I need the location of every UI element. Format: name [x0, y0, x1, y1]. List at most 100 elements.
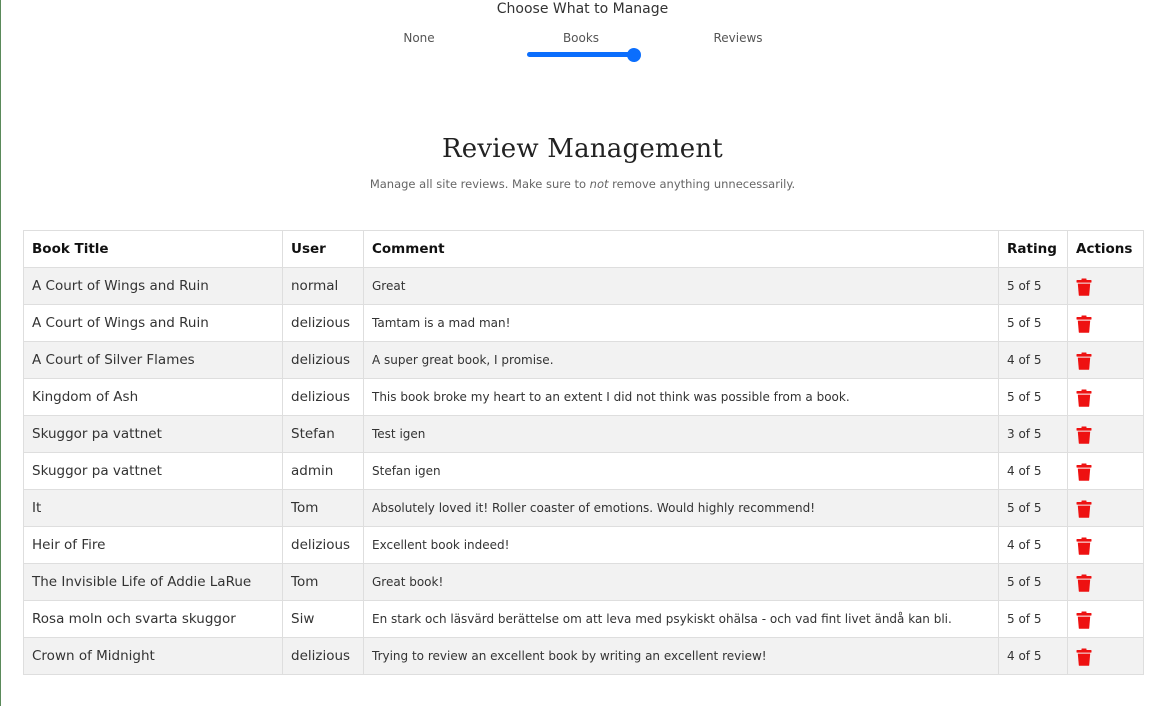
header-comment: Comment — [363, 230, 999, 268]
manage-slider-thumb[interactable] — [627, 48, 641, 62]
row-comment: Tamtam is a mad man! — [363, 304, 999, 342]
delete-review-button[interactable] — [1076, 574, 1092, 592]
row-user: delizious — [282, 341, 364, 379]
row-comment: Test igen — [363, 415, 999, 453]
row-rating: 5 of 5 — [998, 600, 1068, 638]
table-row: Kingdom of Ash delizious This book broke m… — [23, 378, 1144, 416]
row-user: delizious — [282, 304, 364, 342]
table-row: Heir of Fire delizious Excellent book inde… — [23, 526, 1144, 564]
row-book-title: A Court of Wings and Ruin — [23, 304, 283, 342]
row-user: admin — [282, 452, 364, 490]
reviews-table-body: A Court of Wings and Ruin normal Great 5 of… — [23, 267, 1144, 675]
row-comment: Great book! — [363, 563, 999, 601]
row-rating: 4 of 5 — [998, 637, 1068, 675]
row-user: Tom — [282, 489, 364, 527]
trash-icon — [1076, 315, 1092, 333]
delete-review-button[interactable] — [1076, 500, 1092, 518]
trash-icon — [1076, 537, 1092, 555]
row-comment: A super great book, I promise. — [363, 341, 999, 379]
header-rating: Rating — [998, 230, 1068, 268]
table-row: It Tom Absolutely loved it! Roller coaster… — [23, 489, 1144, 527]
manage-selector-title: Choose What to Manage — [496, 1, 669, 17]
trash-icon — [1076, 278, 1092, 296]
delete-review-button[interactable] — [1076, 278, 1092, 296]
row-actions — [1067, 526, 1144, 564]
row-user: delizious — [282, 637, 364, 675]
table-row: A Court of Wings and Ruin delizious Tamtam… — [23, 304, 1144, 342]
row-user: delizious — [282, 526, 364, 564]
row-book-title: Kingdom of Ash — [23, 378, 283, 416]
delete-review-button[interactable] — [1076, 463, 1092, 481]
row-comment: En stark och läsvärd berättelse om att l… — [363, 600, 999, 638]
delete-review-button[interactable] — [1076, 648, 1092, 666]
row-actions — [1067, 415, 1144, 453]
table-row: Skuggor pa vattnet admin Stefan igen 4 of 5 — [23, 452, 1144, 490]
manage-option-none[interactable]: None — [403, 31, 434, 45]
trash-icon — [1076, 611, 1092, 629]
row-book-title: Crown of Midnight — [23, 637, 283, 675]
header-actions: Actions — [1067, 230, 1144, 268]
row-user: Tom — [282, 563, 364, 601]
row-book-title: A Court of Wings and Ruin — [23, 267, 283, 305]
header-user: User — [282, 230, 364, 268]
trash-icon — [1076, 389, 1092, 407]
subtitle-text-after: remove anything unnecessarily. — [608, 177, 796, 191]
row-book-title: Skuggor pa vattnet — [23, 452, 283, 490]
table-header-row: Book Title User Comment Rating Actions — [23, 230, 1144, 268]
row-rating: 4 of 5 — [998, 526, 1068, 564]
trash-icon — [1076, 426, 1092, 444]
page-subtitle: Manage all site reviews. Make sure to no… — [0, 177, 1165, 191]
row-actions — [1067, 637, 1144, 675]
row-book-title: It — [23, 489, 283, 527]
row-actions — [1067, 378, 1144, 416]
header-book-title: Book Title — [23, 230, 283, 268]
row-comment: Great — [363, 267, 999, 305]
table-row: Rosa moln och svarta skuggor Siw En stark … — [23, 600, 1144, 638]
window-edge — [0, 0, 1, 706]
trash-icon — [1076, 352, 1092, 370]
row-actions — [1067, 267, 1144, 305]
row-user: delizious — [282, 378, 364, 416]
trash-icon — [1076, 574, 1092, 592]
delete-review-button[interactable] — [1076, 352, 1092, 370]
table-row: A Court of Wings and Ruin normal Great 5 of… — [23, 267, 1144, 305]
manage-option-books[interactable]: Books — [563, 31, 599, 45]
table-row: The Invisible Life of Addie LaRue Tom Grea… — [23, 563, 1144, 601]
row-rating: 5 of 5 — [998, 304, 1068, 342]
delete-review-button[interactable] — [1076, 389, 1092, 407]
table-row: Crown of Midnight delizious Trying to revi… — [23, 637, 1144, 675]
trash-icon — [1076, 463, 1092, 481]
subtitle-emphasis: not — [589, 177, 609, 191]
row-comment: This book broke my heart to an extent I … — [363, 378, 999, 416]
trash-icon — [1076, 500, 1092, 518]
manage-slider-track[interactable] — [527, 48, 641, 62]
row-book-title: Heir of Fire — [23, 526, 283, 564]
row-actions — [1067, 489, 1144, 527]
row-rating: 5 of 5 — [998, 267, 1068, 305]
row-rating: 4 of 5 — [998, 452, 1068, 490]
row-user: normal — [282, 267, 364, 305]
row-actions — [1067, 452, 1144, 490]
manage-slider-labels: None Books Reviews — [0, 31, 1165, 47]
reviews-table: Book Title User Comment Rating Actions A… — [23, 230, 1144, 675]
row-rating: 4 of 5 — [998, 341, 1068, 379]
trash-icon — [1076, 648, 1092, 666]
delete-review-button[interactable] — [1076, 537, 1092, 555]
row-user: Siw — [282, 600, 364, 638]
row-rating: 3 of 5 — [998, 415, 1068, 453]
delete-review-button[interactable] — [1076, 611, 1092, 629]
row-book-title: Rosa moln och svarta skuggor — [23, 600, 283, 638]
row-rating: 5 of 5 — [998, 563, 1068, 601]
manage-option-reviews[interactable]: Reviews — [713, 31, 762, 45]
table-row: A Court of Silver Flames delizious A super… — [23, 341, 1144, 379]
row-rating: 5 of 5 — [998, 489, 1068, 527]
delete-review-button[interactable] — [1076, 426, 1092, 444]
delete-review-button[interactable] — [1076, 315, 1092, 333]
row-comment: Trying to review an excellent book by wr… — [363, 637, 999, 675]
row-actions — [1067, 600, 1144, 638]
row-actions — [1067, 341, 1144, 379]
row-comment: Absolutely loved it! Roller coaster of e… — [363, 489, 999, 527]
row-book-title: Skuggor pa vattnet — [23, 415, 283, 453]
row-book-title: The Invisible Life of Addie LaRue — [23, 563, 283, 601]
row-comment: Stefan igen — [363, 452, 999, 490]
